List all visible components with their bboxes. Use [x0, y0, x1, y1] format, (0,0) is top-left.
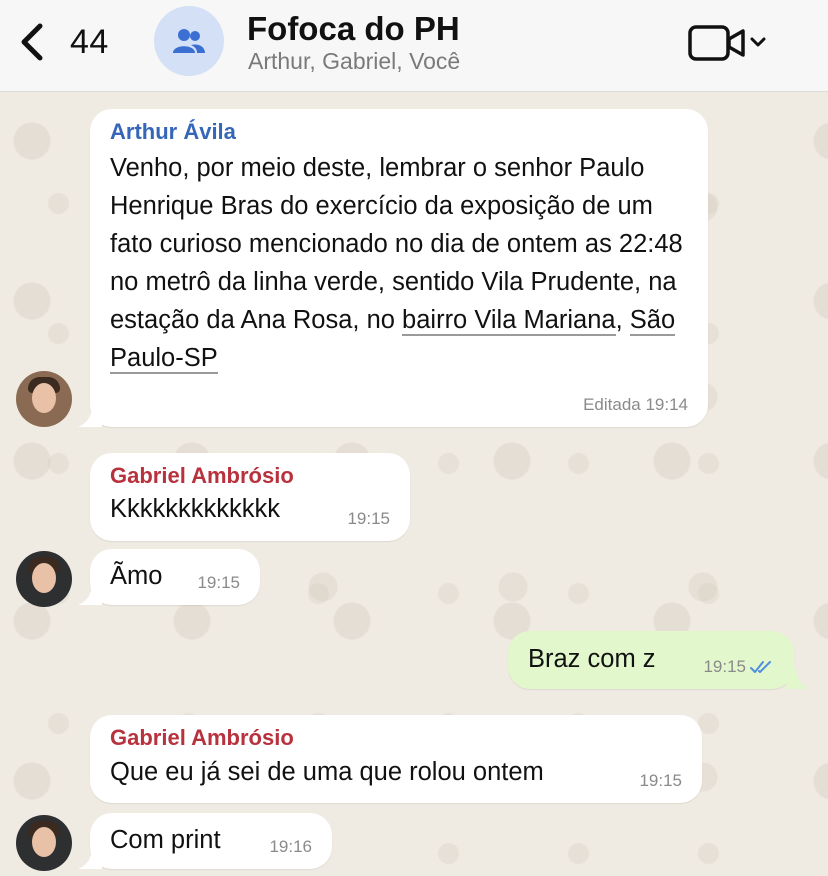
- avatar-arthur[interactable]: [16, 371, 72, 427]
- bubble-tail: [78, 583, 102, 605]
- sender-name[interactable]: Arthur Ávila: [110, 119, 688, 145]
- bubble-tail: [78, 405, 102, 427]
- read-ticks-icon: [750, 661, 771, 673]
- message-text: Que eu já sei de uma que rolou ontem: [110, 758, 544, 786]
- message-time: 19:15: [703, 657, 746, 676]
- message-meta: Editada 19:14: [583, 395, 688, 414]
- message-bubble-outgoing[interactable]: Braz com z 19:15: [508, 631, 794, 689]
- message-meta: 19:15: [703, 657, 774, 677]
- unread-count: 44: [70, 22, 109, 61]
- message-time: 19:15: [639, 771, 682, 790]
- message-bubble[interactable]: Gabriel Ambrósio Que eu já sei de uma qu…: [90, 715, 702, 803]
- message-bubble[interactable]: Arthur Ávila Venho, por meio deste, lemb…: [90, 109, 708, 427]
- group-avatar[interactable]: [154, 6, 224, 76]
- avatar-gabriel[interactable]: [16, 551, 72, 607]
- message-time: 19:16: [269, 837, 312, 856]
- avatar-gabriel[interactable]: [16, 815, 72, 871]
- video-camera-icon: [688, 25, 766, 61]
- back-button[interactable]: 44: [18, 20, 109, 64]
- bubble-tail: [786, 667, 810, 689]
- message-bubble[interactable]: Com print 19:16: [90, 813, 332, 869]
- message-bubble[interactable]: Ãmo 19:15: [90, 549, 260, 605]
- message-list[interactable]: Arthur Ávila Venho, por meio deste, lemb…: [0, 93, 828, 876]
- location-link[interactable]: bairro Vila Mariana: [402, 306, 616, 336]
- chat-header: 44 Fofoca do PH Arthur, Gabriel, Você: [0, 0, 828, 92]
- message-time: 19:15: [197, 573, 240, 592]
- group-icon: [173, 29, 205, 53]
- chevron-left-icon: [21, 23, 43, 61]
- message-bubble[interactable]: Gabriel Ambrósio Kkkkkkkkkkkkk 19:15: [90, 453, 410, 541]
- message-time: 19:15: [347, 509, 390, 528]
- video-call-button[interactable]: [688, 22, 770, 64]
- chat-title[interactable]: Fofoca do PH: [247, 10, 460, 48]
- message-text: Venho, por meio deste, lembrar o senhor …: [110, 154, 683, 374]
- bubble-tail: [78, 847, 102, 869]
- chat-participants[interactable]: Arthur, Gabriel, Você: [248, 48, 460, 75]
- sender-name[interactable]: Gabriel Ambrósio: [110, 725, 682, 751]
- sender-name[interactable]: Gabriel Ambrósio: [110, 463, 390, 489]
